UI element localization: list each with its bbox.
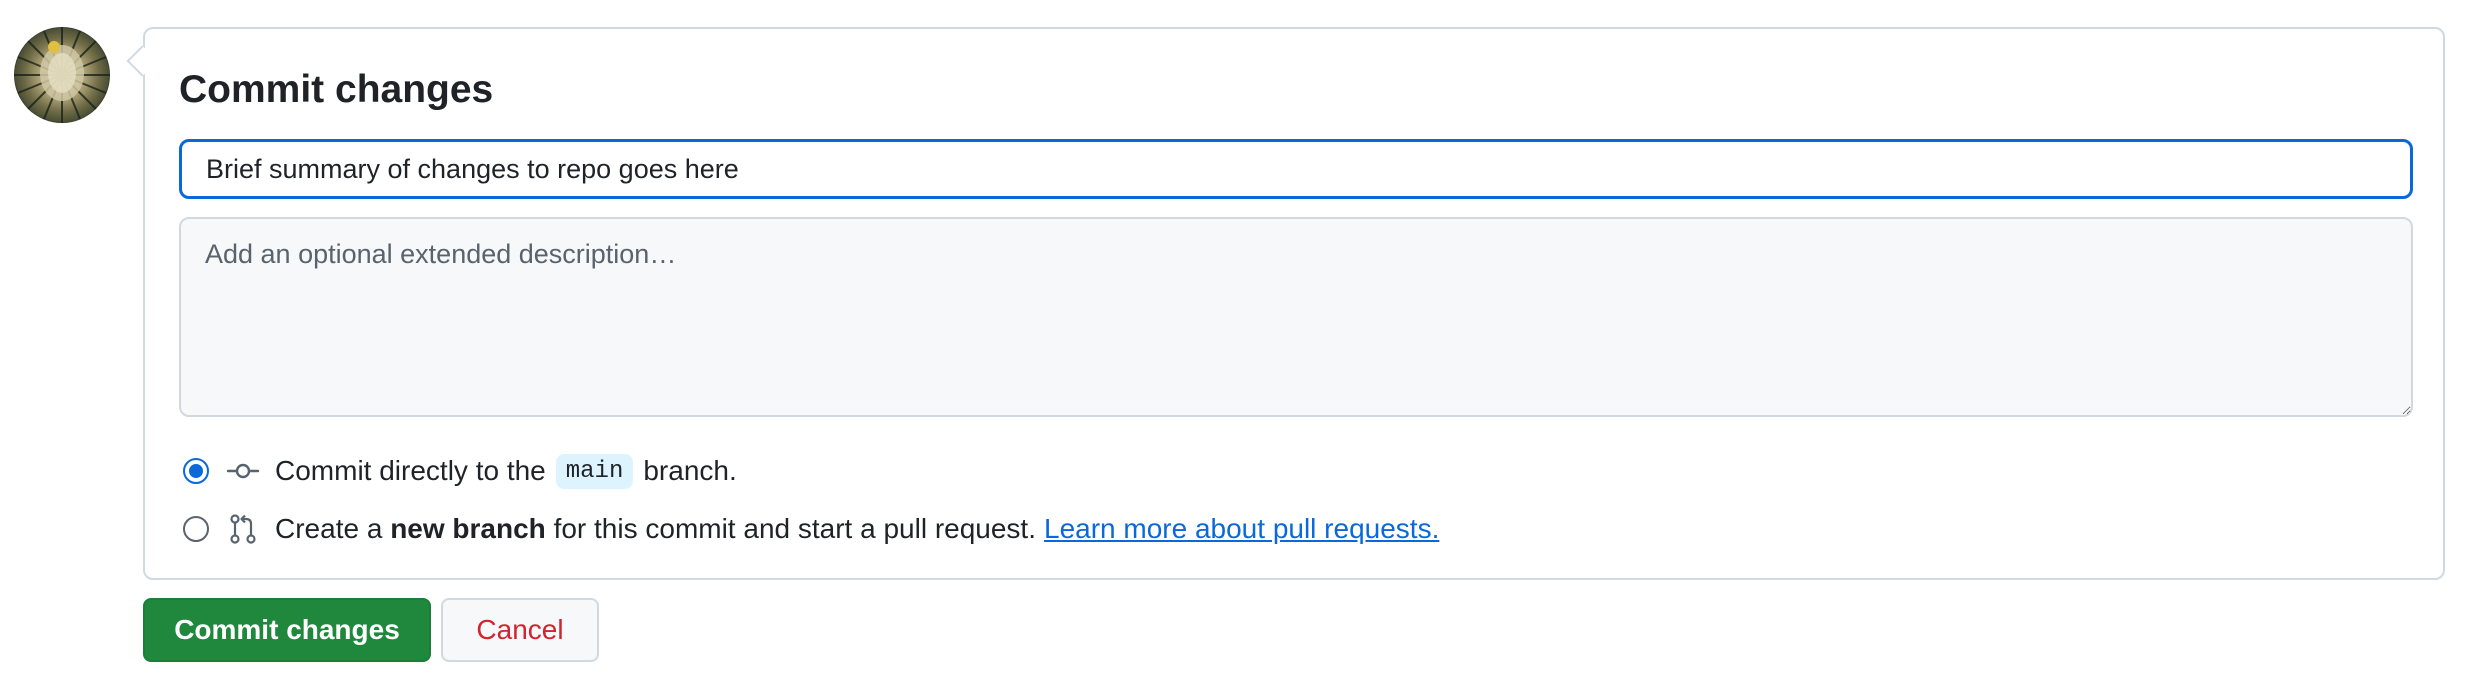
git-pull-request-icon	[227, 513, 259, 545]
branch-name-chip: main	[555, 453, 634, 489]
option-commit-direct[interactable]: Commit directly to the main branch.	[183, 449, 737, 493]
commit-summary-input[interactable]	[179, 139, 2413, 199]
git-commit-icon	[227, 455, 259, 487]
option-branch-bold: new branch	[390, 513, 546, 544]
commit-panel: Commit changes Commit directly to the ma…	[143, 27, 2445, 580]
option-branch-prefix: Create a	[275, 513, 383, 544]
learn-more-pull-requests-link[interactable]: Learn more about pull requests.	[1044, 513, 1439, 545]
panel-title: Commit changes	[179, 68, 494, 111]
option-new-branch[interactable]: Create a new branch for this commit and …	[183, 507, 1439, 551]
user-avatar	[14, 27, 110, 123]
option-direct-prefix: Commit directly to the	[275, 455, 546, 486]
cancel-button[interactable]: Cancel	[441, 598, 599, 662]
commit-changes-button[interactable]: Commit changes	[143, 598, 431, 662]
radio-new-branch[interactable]	[183, 516, 209, 542]
extended-description-textarea[interactable]	[179, 217, 2413, 417]
avatar-image	[14, 27, 110, 123]
radio-commit-direct[interactable]	[183, 458, 209, 484]
option-branch-suffix: for this commit and start a pull request…	[553, 513, 1036, 544]
option-direct-suffix: branch.	[643, 455, 737, 486]
